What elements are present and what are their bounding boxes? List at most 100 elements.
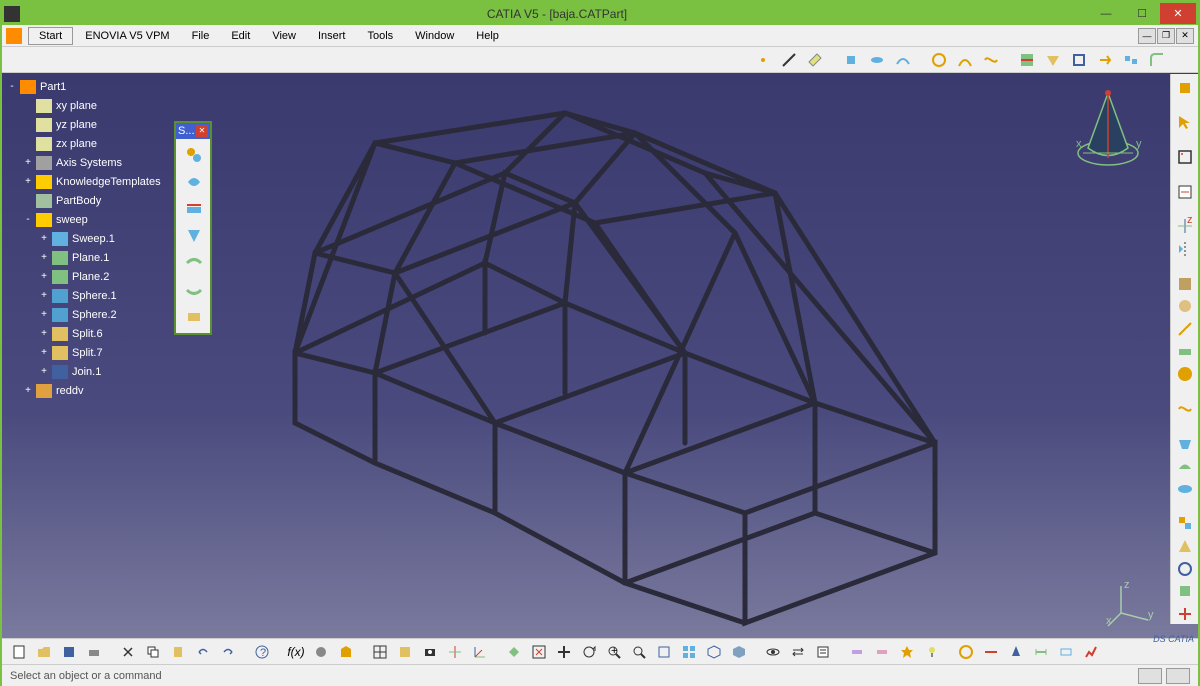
minimize-button[interactable]: — bbox=[1088, 3, 1124, 24]
open-file-icon[interactable] bbox=[33, 641, 55, 663]
menu-file[interactable]: File bbox=[182, 28, 220, 44]
shape-op2-icon[interactable] bbox=[1174, 536, 1196, 556]
zoom-in-icon[interactable]: + bbox=[603, 641, 625, 663]
trim-tool-icon[interactable] bbox=[1042, 49, 1064, 71]
menu-help[interactable]: Help bbox=[466, 28, 509, 44]
point-tool-icon[interactable] bbox=[752, 49, 774, 71]
axis-xyz-icon[interactable] bbox=[469, 641, 491, 663]
swap-visible-icon[interactable] bbox=[787, 641, 809, 663]
zoom-out-icon[interactable] bbox=[628, 641, 650, 663]
spline-right-icon[interactable] bbox=[1174, 399, 1196, 419]
tree-reddv[interactable]: +reddv bbox=[6, 381, 166, 400]
circle-tool-icon[interactable] bbox=[928, 49, 950, 71]
pan-icon[interactable] bbox=[553, 641, 575, 663]
tree-knowledge-templates[interactable]: +KnowledgeTemplates bbox=[6, 172, 166, 191]
apply-material-icon[interactable] bbox=[1174, 296, 1196, 316]
sweep-surface-icon[interactable] bbox=[1174, 456, 1196, 476]
render-tool-icon[interactable] bbox=[1174, 364, 1196, 384]
properties-icon[interactable] bbox=[812, 641, 834, 663]
line-tool-icon[interactable] bbox=[778, 49, 800, 71]
multi-view-icon[interactable] bbox=[678, 641, 700, 663]
catalog-icon[interactable] bbox=[394, 641, 416, 663]
tree-sweep-1[interactable]: +Sweep.1 bbox=[6, 229, 166, 248]
floating-toolbar-title[interactable]: S...✕ bbox=[176, 123, 210, 139]
light-icon[interactable] bbox=[921, 641, 943, 663]
tree-sweep-group[interactable]: -sweep bbox=[6, 210, 166, 229]
floating-surface-toolbar[interactable]: S...✕ bbox=[174, 121, 212, 335]
fill-surface-icon[interactable] bbox=[1174, 434, 1196, 454]
menu-window[interactable]: Window bbox=[405, 28, 464, 44]
rotate-icon[interactable] bbox=[578, 641, 600, 663]
fit-all-icon[interactable] bbox=[528, 641, 550, 663]
menu-edit[interactable]: Edit bbox=[221, 28, 260, 44]
axis-system-icon[interactable]: z bbox=[1174, 216, 1196, 236]
multiple-edge-icon[interactable] bbox=[179, 304, 209, 330]
tree-plane-1[interactable]: +Plane.1 bbox=[6, 248, 166, 267]
status-indicator-1[interactable] bbox=[1138, 668, 1162, 684]
tree-yz-plane[interactable]: yz plane bbox=[6, 115, 166, 134]
snap-tool-icon[interactable] bbox=[980, 641, 1002, 663]
trim-surface-icon[interactable] bbox=[179, 223, 209, 249]
paste-icon[interactable] bbox=[167, 641, 189, 663]
shading-icon[interactable] bbox=[728, 641, 750, 663]
knowledge-icon[interactable] bbox=[335, 641, 357, 663]
move-tool-icon[interactable] bbox=[955, 641, 977, 663]
print-icon[interactable] bbox=[83, 641, 105, 663]
tree-plane-2[interactable]: +Plane.2 bbox=[6, 267, 166, 286]
measure-item-icon[interactable] bbox=[1055, 641, 1077, 663]
sub-restore-button[interactable]: ❐ bbox=[1157, 28, 1175, 44]
shape-op1-icon[interactable] bbox=[1174, 514, 1196, 534]
tree-split-6[interactable]: +Split.6 bbox=[6, 324, 166, 343]
redo-icon[interactable] bbox=[217, 641, 239, 663]
sew-surface-icon[interactable] bbox=[179, 250, 209, 276]
sketcher-icon[interactable] bbox=[1174, 182, 1196, 202]
menu-start[interactable]: Start bbox=[28, 27, 73, 45]
extract-surface-icon[interactable] bbox=[179, 277, 209, 303]
cut-icon[interactable] bbox=[117, 641, 139, 663]
maximize-button[interactable]: ☐ bbox=[1124, 3, 1160, 24]
compass-icon[interactable]: y x bbox=[1068, 83, 1148, 173]
tree-root-part[interactable]: -Part1 bbox=[6, 77, 166, 96]
shape-op5-icon[interactable] bbox=[1174, 604, 1196, 624]
arc-tool-icon[interactable] bbox=[954, 49, 976, 71]
iso-view-icon[interactable] bbox=[703, 641, 725, 663]
tree-split-7[interactable]: +Split.7 bbox=[6, 343, 166, 362]
multiple-extract-tool-icon[interactable] bbox=[1120, 49, 1142, 71]
measure-tool-icon[interactable] bbox=[1174, 319, 1196, 339]
section-tool-icon[interactable] bbox=[1174, 342, 1196, 362]
customize-view-icon[interactable] bbox=[896, 641, 918, 663]
plane-tool-icon[interactable] bbox=[804, 49, 826, 71]
specification-tree[interactable]: -Part1 xy plane yz plane zx plane +Axis … bbox=[6, 77, 166, 400]
mirror-tool-icon[interactable] bbox=[1174, 239, 1196, 259]
what-is-icon[interactable]: ? bbox=[251, 641, 273, 663]
undo-icon[interactable] bbox=[192, 641, 214, 663]
sub-close-button[interactable]: ✕ bbox=[1176, 28, 1194, 44]
measure-between-icon[interactable] bbox=[1030, 641, 1052, 663]
sketch-tools-icon[interactable] bbox=[1174, 147, 1196, 167]
shape-fillet-tool-icon[interactable] bbox=[1146, 49, 1168, 71]
shape-op4-icon[interactable] bbox=[1174, 582, 1196, 602]
axis-icon[interactable] bbox=[444, 641, 466, 663]
revolve-tool-icon[interactable] bbox=[866, 49, 888, 71]
design-table-icon[interactable] bbox=[310, 641, 332, 663]
select-arrow-icon[interactable] bbox=[1174, 113, 1196, 133]
heal-tool-icon[interactable] bbox=[179, 169, 209, 195]
fly-icon[interactable] bbox=[503, 641, 525, 663]
tree-sphere-2[interactable]: +Sphere.2 bbox=[6, 305, 166, 324]
join-tool-icon[interactable] bbox=[179, 142, 209, 168]
hide-show-icon[interactable] bbox=[762, 641, 784, 663]
new-file-icon[interactable] bbox=[8, 641, 30, 663]
grid-icon[interactable] bbox=[369, 641, 391, 663]
extrude-tool-icon[interactable] bbox=[840, 49, 862, 71]
tree-xy-plane[interactable]: xy plane bbox=[6, 96, 166, 115]
tree-partbody[interactable]: PartBody bbox=[6, 191, 166, 210]
compass-tool-icon[interactable] bbox=[1005, 641, 1027, 663]
tree-sphere-1[interactable]: +Sphere.1 bbox=[6, 286, 166, 305]
extract-tool-icon[interactable] bbox=[1094, 49, 1116, 71]
menu-tools[interactable]: Tools bbox=[357, 28, 403, 44]
close-button[interactable]: ✕ bbox=[1160, 3, 1196, 24]
blend-surface-icon[interactable] bbox=[1174, 479, 1196, 499]
save-file-icon[interactable] bbox=[58, 641, 80, 663]
wireframe-view-icon[interactable] bbox=[846, 641, 868, 663]
menu-enovia[interactable]: ENOVIA V5 VPM bbox=[75, 28, 179, 44]
